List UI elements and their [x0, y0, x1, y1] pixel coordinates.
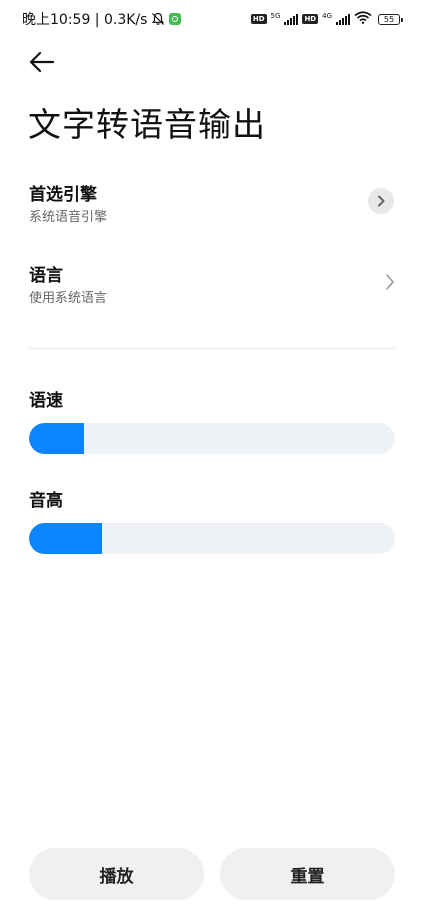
section-divider	[29, 348, 395, 349]
status-right: HD 5G HD 4G 55	[250, 10, 403, 28]
pitch-fill	[29, 523, 103, 554]
language-row[interactable]: 语言 使用系统语言	[0, 261, 422, 325]
speech-rate-slider[interactable]	[29, 423, 395, 454]
pitch-slider[interactable]	[29, 523, 395, 554]
network-gen-label-2: 4G	[322, 11, 332, 20]
status-time-speed: 晚上10:59 | 0.3K/s	[22, 12, 148, 28]
status-left: 晚上10:59 | 0.3K/s	[22, 9, 182, 29]
chevron-right-icon	[382, 271, 398, 293]
language-title: 语言	[29, 266, 63, 286]
back-button[interactable]	[22, 46, 58, 78]
hd-badge-2: HD	[302, 14, 319, 24]
preferred-engine-subtitle: 系统语音引擎	[29, 210, 108, 225]
play-button[interactable]: 播放	[29, 848, 204, 900]
hd-badge: HD	[250, 14, 267, 24]
reset-button[interactable]: 重置	[220, 848, 395, 900]
chevron-right-circle-icon	[368, 188, 394, 214]
preferred-engine-title: 首选引擎	[29, 185, 97, 205]
page-title: 文字转语音输出	[28, 105, 266, 144]
arrow-left-icon	[29, 51, 55, 73]
preferred-engine-row[interactable]: 首选引擎 系统语音引擎	[0, 180, 422, 244]
pitch-label: 音高	[29, 491, 63, 511]
status-bar: 晚上10:59 | 0.3K/s HD 5G HD 4G 55	[0, 0, 422, 38]
app-notification-icon	[169, 13, 182, 25]
signal-strength-icon-2	[336, 13, 350, 25]
network-gen-label: 5G	[270, 11, 281, 20]
bell-off-icon	[151, 12, 165, 26]
battery-level: 55	[383, 14, 395, 24]
battery-icon: 55	[378, 13, 403, 25]
speech-rate-fill	[29, 423, 84, 454]
wifi-icon	[354, 10, 372, 28]
language-subtitle: 使用系统语言	[29, 291, 108, 306]
speech-rate-label: 语速	[29, 391, 63, 411]
signal-strength-icon	[284, 13, 299, 25]
